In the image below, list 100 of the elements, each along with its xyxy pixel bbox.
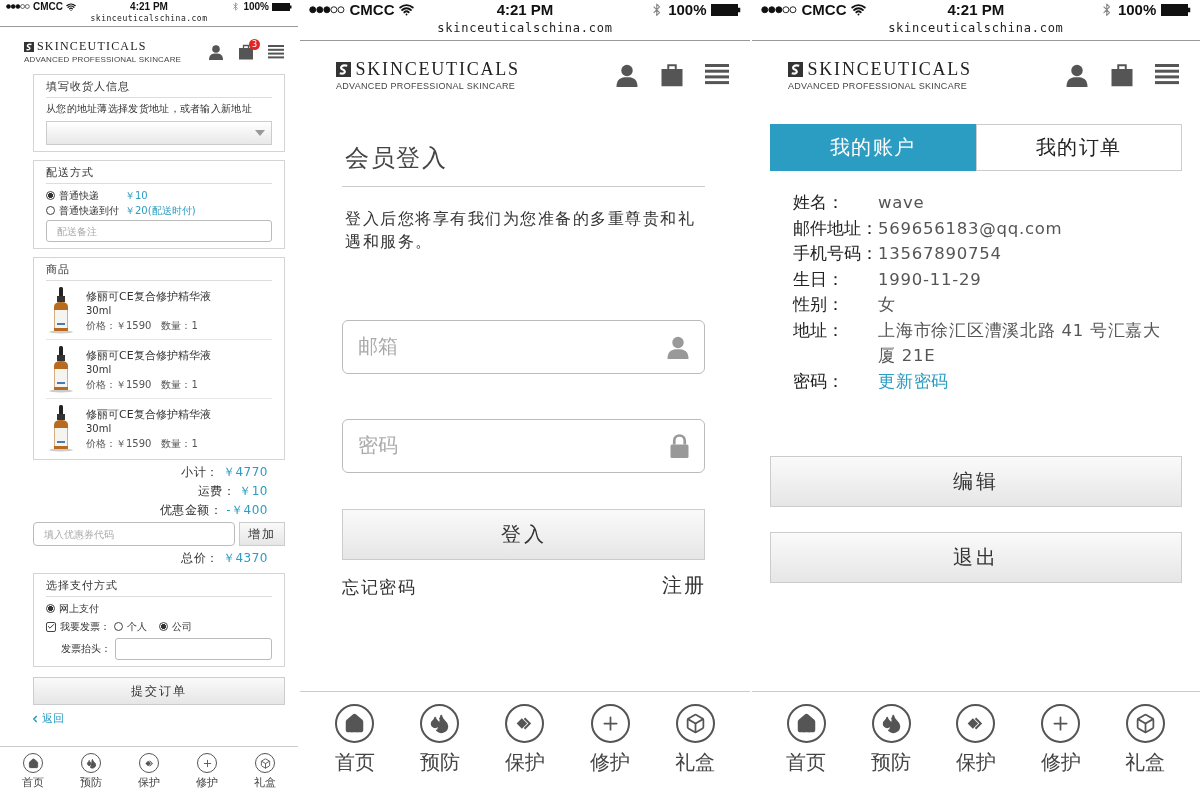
menu-icon[interactable] bbox=[705, 64, 729, 86]
section-title: 填写收货人信息 bbox=[46, 79, 272, 98]
caret-icon bbox=[255, 130, 265, 136]
brand-name: SKINCEUTICALS bbox=[355, 58, 520, 80]
tab-bar-item[interactable]: 预防 bbox=[80, 753, 102, 790]
brand-tagline: ADVANCED PROFESSIONAL SKINCARE bbox=[336, 81, 517, 91]
info-value: 1990-11-29 bbox=[878, 268, 983, 291]
battery-percent: 100% bbox=[668, 1, 707, 19]
info-label: 姓名： bbox=[792, 192, 845, 214]
register-link[interactable]: 注册 bbox=[662, 571, 705, 599]
info-label: 邮件地址： bbox=[792, 217, 878, 240]
add-coupon-button[interactable]: 增加 bbox=[239, 522, 285, 546]
coupon-field[interactable]: 填入优惠券代码 bbox=[33, 522, 235, 546]
edit-button[interactable]: 编辑 bbox=[770, 455, 1182, 507]
logout-button[interactable]: 退出 bbox=[770, 532, 1182, 583]
account-tab[interactable]: 我的订单 bbox=[975, 124, 1182, 171]
page-title: 会员登入 bbox=[342, 142, 705, 187]
product-name: 修丽可CE复合修护精华液 bbox=[86, 289, 211, 304]
plus-icon bbox=[590, 704, 630, 743]
radio-button[interactable] bbox=[114, 622, 123, 631]
product-size: 30ml bbox=[86, 364, 113, 375]
carrier-name: CMCC bbox=[349, 1, 395, 19]
bluetooth-icon bbox=[231, 2, 241, 11]
wifi-icon bbox=[399, 2, 414, 18]
option-label: 个人 bbox=[127, 619, 147, 634]
battery-percent: 100% bbox=[243, 1, 269, 12]
droplets-icon bbox=[420, 704, 460, 743]
login-button[interactable]: 登入 bbox=[342, 508, 705, 560]
wifi-icon bbox=[851, 2, 866, 18]
tab-bar-item[interactable]: 首页 bbox=[786, 704, 827, 776]
status-time: 4:21 PM bbox=[496, 1, 554, 19]
signal-icon bbox=[6, 4, 30, 9]
product-name: 修丽可CE复合修护精华液 bbox=[86, 407, 211, 422]
info-label: 性别： bbox=[792, 294, 845, 316]
total-value: -￥400 bbox=[226, 502, 268, 519]
product-price: 价格：￥1590 bbox=[86, 319, 152, 333]
bag-icon[interactable] bbox=[1109, 62, 1134, 87]
menu-icon[interactable] bbox=[268, 44, 284, 59]
tab-bar-item[interactable]: 修护 bbox=[196, 753, 218, 790]
tab-bar-item[interactable]: 保护 bbox=[504, 704, 545, 776]
option-price: ￥10 bbox=[125, 188, 148, 203]
info-label: 密码： bbox=[792, 370, 845, 393]
radio-button[interactable] bbox=[46, 206, 55, 215]
page-url: skinceuticalschina.com bbox=[90, 14, 208, 23]
tab-bar-item[interactable]: 礼盒 bbox=[1125, 704, 1166, 776]
info-value: 569656183@qq.com bbox=[878, 217, 1064, 240]
tab-bar-item[interactable]: 修护 bbox=[590, 704, 631, 776]
radio-button[interactable] bbox=[46, 191, 55, 200]
menu-icon[interactable] bbox=[1154, 64, 1179, 86]
total-value: ￥4770 bbox=[222, 464, 268, 481]
battery-percent: 100% bbox=[1117, 1, 1157, 19]
tab-bar-item[interactable]: 预防 bbox=[871, 704, 912, 776]
product-quantity: 数量：1 bbox=[161, 378, 198, 392]
total-label: 小计： bbox=[181, 464, 219, 481]
tab-bar-item[interactable]: 首页 bbox=[334, 704, 375, 776]
battery-icon bbox=[272, 2, 292, 11]
option-label: 普通快递到付 bbox=[59, 203, 119, 218]
tab-bar-item[interactable]: 礼盒 bbox=[675, 704, 716, 776]
email-field[interactable]: 邮箱 bbox=[342, 319, 705, 374]
lock-icon bbox=[669, 433, 690, 458]
note-field[interactable]: 配送备注 bbox=[46, 220, 272, 242]
house-icon bbox=[786, 704, 826, 743]
section-title: 配送方式 bbox=[46, 165, 272, 184]
tab-bar-item[interactable]: 保护 bbox=[955, 704, 996, 776]
tab-bar-item[interactable]: 预防 bbox=[419, 704, 460, 776]
tab-bar-item[interactable]: 首页 bbox=[22, 753, 44, 790]
info-label: 地址： bbox=[792, 319, 845, 342]
checkbox[interactable] bbox=[46, 621, 56, 632]
plus-icon bbox=[1041, 704, 1081, 743]
product-price: 价格：￥1590 bbox=[86, 378, 152, 392]
logo-icon bbox=[788, 61, 803, 77]
password-field[interactable]: 密码 bbox=[342, 418, 705, 473]
address-hint: 从您的地址薄选择发货地址，或者输入新地址 bbox=[46, 102, 253, 116]
logo-icon bbox=[24, 41, 34, 52]
total-value: ￥10 bbox=[239, 483, 268, 500]
option-label: 公司 bbox=[172, 619, 192, 634]
user-icon[interactable] bbox=[615, 62, 639, 87]
user-icon[interactable] bbox=[208, 43, 224, 60]
invoice-title-field[interactable] bbox=[115, 638, 272, 660]
option-label: 我要发票： bbox=[60, 619, 110, 634]
forgot-password-link[interactable]: 忘记密码 bbox=[342, 576, 416, 599]
cart-count-badge: 3 bbox=[249, 38, 260, 50]
bag-icon[interactable] bbox=[660, 62, 684, 87]
status-time: 4:21 PM bbox=[947, 1, 1005, 19]
page-url: skinceuticalschina.com bbox=[437, 21, 613, 35]
product-name: 修丽可CE复合修护精华液 bbox=[86, 348, 211, 363]
tab-bar-item[interactable]: 修护 bbox=[1040, 704, 1081, 776]
brand-name: SKINCEUTICALS bbox=[807, 58, 972, 80]
brand-tagline: ADVANCED PROFESSIONAL SKINCARE bbox=[24, 55, 183, 64]
bag-icon[interactable] bbox=[238, 43, 254, 60]
tab-bar-item[interactable]: 礼盒 bbox=[254, 753, 276, 790]
radio-button[interactable] bbox=[159, 622, 168, 631]
signal-icon bbox=[309, 6, 345, 14]
tab-bar-item[interactable]: 保护 bbox=[138, 753, 160, 790]
user-icon[interactable] bbox=[1064, 62, 1089, 87]
page-url: skinceuticalschina.com bbox=[888, 21, 1064, 35]
brand-name: SKINCEUTICALS bbox=[37, 39, 147, 54]
radio-button[interactable] bbox=[46, 604, 55, 613]
droplets-icon bbox=[871, 704, 911, 743]
submit-order-button[interactable]: 提交订单 bbox=[33, 677, 285, 705]
